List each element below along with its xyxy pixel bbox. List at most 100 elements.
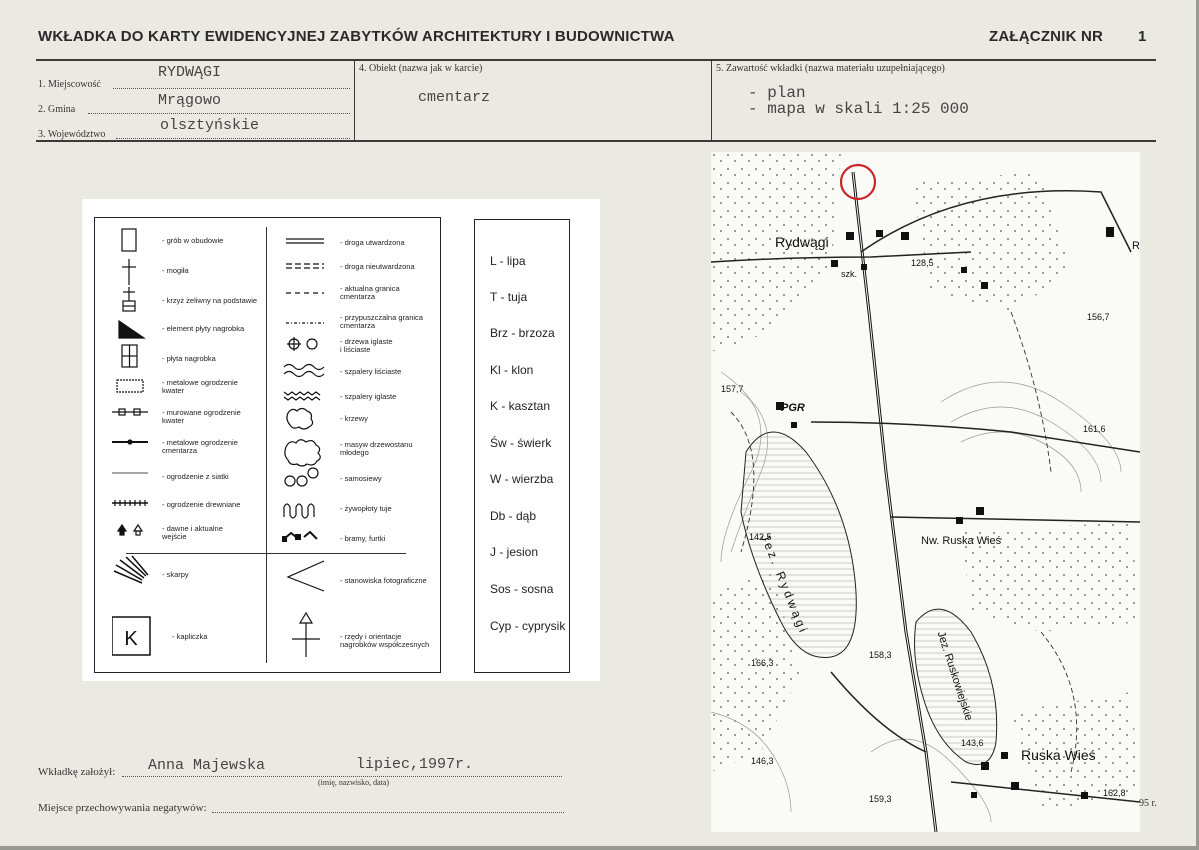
- legend-right-symbols: [282, 238, 325, 657]
- grave-icon: [121, 228, 137, 252]
- map-label-h156: 156,7: [1087, 312, 1110, 322]
- legend-right-text-7: - krzewy: [340, 414, 368, 423]
- slab-element-icon: [118, 319, 146, 339]
- iron-cross-icon: [122, 287, 136, 312]
- map-label-nw-ruska: Nw. Ruska Wieś: [921, 535, 1002, 547]
- legend-right-text-5: - szpalery liściaste: [340, 367, 402, 376]
- abbr-lipa: L - lipa: [490, 254, 526, 268]
- abbr-kasztan: K - kasztan: [490, 399, 551, 413]
- thuja-hedge-icon: [283, 503, 315, 519]
- map-label-ruska-wies: Ruska Wieś: [1021, 747, 1096, 763]
- stamp-year: 95 r.: [1139, 798, 1157, 809]
- map-label-rydwagi: Rydwągi: [775, 234, 829, 250]
- abbr-wierzba: W - wierzba: [490, 472, 554, 486]
- trees-icon: [287, 337, 318, 351]
- map-label-r: R: [1132, 240, 1140, 252]
- miejsce-label: Miejsce przechowywania negatywów:: [38, 802, 207, 814]
- legend-right-text-12: - stanowiska fotograficzne: [340, 576, 427, 585]
- unpaved-road-icon: [286, 263, 324, 269]
- map-label-h143: 143,6: [961, 738, 984, 748]
- wojewodztwo-label: 3. Województwo: [38, 129, 106, 140]
- abbr-dab: Db - dąb: [490, 509, 537, 523]
- map-label-h161: 161,6: [1083, 424, 1106, 434]
- legend-left-text-1: - mogiła: [162, 266, 189, 275]
- map-label-h166: 166,3: [751, 658, 774, 668]
- legend-right-text-6: - szpalery iglaste: [340, 392, 397, 401]
- annex-number: 1: [1138, 28, 1147, 45]
- legend-left-text-2: - krzyż żeliwny na podstawie: [162, 296, 258, 305]
- abbr-cyprysik: Cyp - cyprysik: [490, 619, 566, 633]
- zalozyl-hint: (imię, nazwisko, data): [318, 778, 390, 787]
- obiekt-value: cmentarz: [418, 89, 491, 106]
- legend-right-text-0: - droga utwardzona: [340, 238, 405, 247]
- topographic-map: Rydwągi szk. 128,5 156,7 157,7 PGR 161,6…: [711, 152, 1140, 832]
- legend-left-text-11: - skarpy: [162, 570, 189, 579]
- form-divider-1: [354, 60, 355, 141]
- metal-fence-cemetery-icon: [112, 439, 148, 445]
- cemetery-marker: [839, 163, 877, 201]
- self-seeded-icon: [284, 467, 319, 487]
- photo-position-icon: [286, 560, 325, 592]
- grave-orientation-icon: [292, 611, 320, 657]
- abbr-brzoza: Brz - brzoza: [490, 326, 555, 340]
- paved-road-icon: [286, 238, 324, 244]
- form-bottom-rule: [36, 140, 1156, 142]
- map-label-pgr: PGR: [781, 402, 805, 414]
- zalozyl-name: Anna Majewska: [148, 757, 266, 774]
- legend-left-text-10: - dawne i aktualne wejście: [162, 524, 223, 541]
- legend-right-text-13: - rzędy i orientacje nagrobków współczes…: [340, 632, 430, 649]
- wood-fence-icon: [112, 500, 148, 506]
- obiekt-label: 4. Obiekt (nazwa jak w karcie): [359, 63, 483, 74]
- zawartosc-label: 5. Zawartość wkładki (nazwa materiału uz…: [716, 63, 945, 74]
- legend-left-text-3: - element płyty nagrobka: [162, 324, 245, 333]
- gates-icon: [282, 530, 318, 542]
- slab-icon: [121, 344, 138, 368]
- legend-left-text-5: - metalowe ogrodzenie kwater: [162, 378, 238, 395]
- legend-left-text-12: - kapliczka: [172, 632, 208, 641]
- legend-left-symbols: K: [112, 228, 151, 656]
- metal-fence-quarter-icon: [116, 379, 144, 393]
- legend-left-text-8: - ogrodzenie z siatki: [162, 472, 229, 481]
- legend-left-text-6: - murowane ogrodzenie kwater: [162, 408, 241, 425]
- legend-left-text-7: - metalowe ogrodzenie cmentarza: [162, 438, 238, 455]
- svg-text:K: K: [124, 628, 138, 650]
- card-title: WKŁADKA DO KARTY EWIDENCYJNEJ ZABYTKÓW A…: [38, 28, 675, 45]
- inventory-card: WKŁADKA DO KARTY EWIDENCYJNEJ ZABYTKÓW A…: [0, 0, 1196, 846]
- gmina-value: Mrągowo: [158, 92, 222, 109]
- legend-left-text-0: - grób w obudowie: [162, 236, 224, 245]
- legend-right-text-1: - droga nieutwardzona: [340, 262, 415, 271]
- form-top-rule: [36, 59, 1156, 61]
- map-label-h128: 128,5: [911, 258, 934, 268]
- map-label-h157: 157,7: [721, 384, 744, 394]
- legend-left-text-4: - płyta nagrobka: [162, 354, 216, 363]
- abbr-jesion: J - jesion: [490, 545, 539, 559]
- legend-right-text-9: - samosiewy: [340, 474, 382, 483]
- legend-right-text-10: - żywopłoty tuje: [340, 504, 392, 513]
- map-label-h146: 146,3: [751, 756, 774, 766]
- young-stand-icon: [284, 439, 321, 467]
- legend-left-text-9: - ogrodzenie drewniane: [162, 500, 241, 509]
- form-divider-2: [711, 60, 712, 141]
- map-label-h159: 159,3: [869, 794, 892, 804]
- miejscowosc-label: 1. Miejscowość: [38, 79, 101, 90]
- entrance-icon: [116, 523, 144, 536]
- legend-right-text-11: - bramy, furtki: [340, 534, 386, 543]
- map-label-h142: 142,5: [749, 532, 772, 542]
- conifer-row-icon: [283, 391, 321, 401]
- slope-icon: [113, 555, 149, 584]
- legend-right-text-2: - aktualna granica cmentarza: [340, 284, 400, 301]
- gmina-label: 2. Gmina: [38, 104, 76, 115]
- deciduous-row-icon: [283, 363, 325, 378]
- wojewodztwo-value: olsztyńskie: [160, 117, 260, 134]
- map-label-szk: szk.: [841, 269, 858, 279]
- map-drawing: [711, 152, 1140, 832]
- legend-right-text-4: - drzewa iglaste i liściaste: [340, 337, 393, 354]
- map-label-h158: 158,3: [869, 650, 892, 660]
- legend-right-text-3: - przypuszczalna granica cmentarza: [340, 313, 423, 330]
- abbr-tuja: T - tuja: [490, 290, 528, 304]
- abbr-klon: Kl - klon: [490, 363, 534, 377]
- brick-fence-icon: [112, 408, 148, 416]
- map-label-h162: 162,8: [1103, 788, 1126, 798]
- annex-label: ZAŁĄCZNIK NR: [989, 28, 1104, 45]
- legend-panel: K - grób w obudowie - mogiła - krzyż żel…: [82, 199, 600, 681]
